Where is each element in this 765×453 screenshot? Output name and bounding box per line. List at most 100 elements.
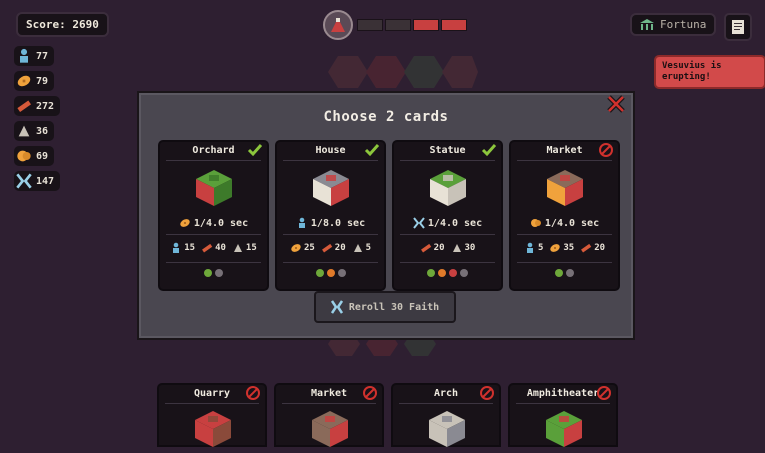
choose-cards-dialog: Choose 2 cards Orchard 1/4.0 sec 15 40 15 Hou… [137,91,635,340]
rate-value: 1/4.0 sec [427,217,483,229]
building-art [310,409,350,449]
resource-list: 77 79 272 36 69 147 [14,46,61,196]
health-segment [385,19,411,31]
tier-dot [427,269,435,277]
tier-dots [511,269,618,277]
check-icon [364,144,380,157]
tier-dot [315,269,324,277]
divider [517,234,612,235]
cost-value: 15 [245,243,257,253]
cost-stat: 40 [201,242,226,254]
deity-panel[interactable]: Fortuna [630,13,717,36]
temple-icon [640,18,654,30]
divider [399,403,493,404]
hand-card-amphitheater[interactable]: Amphitheater [508,383,618,447]
building-art [194,168,234,208]
population-icon [526,242,533,253]
resource-faith: 147 [14,171,61,191]
volcano-icon [331,18,345,32]
tier-dot [438,269,446,277]
divider [283,160,378,161]
resource-population: 77 [14,46,55,66]
card-costs: 25 20 5 [277,242,384,254]
building-art [544,409,584,449]
cost-value: 40 [215,243,226,253]
boss-status [323,10,467,40]
divider [283,262,378,263]
cost-value: 20 [594,243,606,253]
codex-button[interactable] [724,13,752,41]
score-display: Score: 2690 [16,12,109,37]
production-rate: 1/4.0 sec [160,217,267,229]
statue-building-icon [430,170,466,206]
divider [400,234,495,235]
blocked-icon [246,386,260,400]
wood-icon [202,243,213,253]
food-icon [291,244,301,252]
card-hand: Quarry Market Arch Amphitheater [157,383,618,447]
building-art [545,168,585,208]
reroll-label: Reroll 30 Faith [348,301,440,313]
wood-icon [420,243,431,253]
resource-food: 79 [14,71,55,91]
close-dialog-button[interactable] [604,94,628,114]
wood-icon [581,243,592,253]
cost-stat: 25 [290,242,315,254]
tier-dot [204,269,212,277]
card-choices: Orchard 1/4.0 sec 15 40 15 House 1/8.0 sec 25 20… [158,140,620,291]
resource-value: 147 [36,175,55,187]
card-costs: 5 35 20 [511,242,618,254]
market-building-icon [312,411,348,447]
hand-card-arch[interactable]: Arch [391,383,501,447]
divider [166,262,261,263]
orchard-building-icon [196,170,232,206]
reroll-button[interactable]: Reroll 30 Faith [314,291,456,323]
cost-value: 5 [365,243,372,253]
stone-icon [452,244,461,252]
cost-value: 5 [537,243,544,253]
stone-icon [233,244,242,252]
health-segment [441,19,467,31]
tier-dot [449,269,457,277]
cost-stat: 15 [232,242,257,254]
house-building-icon [313,170,349,206]
cost-stat: 5 [352,242,371,254]
divider [516,403,610,404]
population-icon [20,48,28,63]
building-art [193,409,233,449]
tier-dot [337,269,346,277]
cost-value: 15 [184,243,196,253]
faith-icon [16,173,32,189]
tier-dots [277,269,384,277]
card-orchard[interactable]: Orchard 1/4.0 sec 15 40 15 [158,140,269,291]
food-icon [17,75,31,87]
stone-icon [18,125,30,137]
production-rate: 1/4.0 sec [511,217,618,229]
rate-value: 1/8.0 sec [310,217,366,229]
hand-card-quarry[interactable]: Quarry [157,383,267,447]
hand-card-market[interactable]: Market [274,383,384,447]
card-costs: 15 40 15 [160,242,267,254]
card-house[interactable]: House 1/8.0 sec 25 20 5 [275,140,386,291]
wood-icon [321,243,333,253]
card-statue[interactable]: Statue 1/4.0 sec 20 30 [392,140,503,291]
faith-icon [413,217,425,229]
divider [517,160,612,161]
dialog-title: Choose 2 cards [323,109,449,125]
gold-icon [17,150,31,162]
close-icon [607,95,625,113]
volcano-avatar [323,10,353,40]
rate-value: 1/4.0 sec [544,217,600,229]
cost-stat: 30 [451,242,475,254]
cost-stat: 35 [549,242,574,254]
resource-gold: 69 [14,146,55,166]
divider [282,403,376,404]
cost-stat: 20 [321,242,346,254]
card-market[interactable]: Market 1/4.0 sec 5 35 20 [509,140,620,291]
arch-building-icon [429,411,465,447]
health-bar [357,19,467,31]
cost-value: 25 [303,243,315,253]
cost-stat: 20 [580,242,605,254]
tier-dot [555,269,563,277]
production-rate: 1/4.0 sec [394,217,501,229]
